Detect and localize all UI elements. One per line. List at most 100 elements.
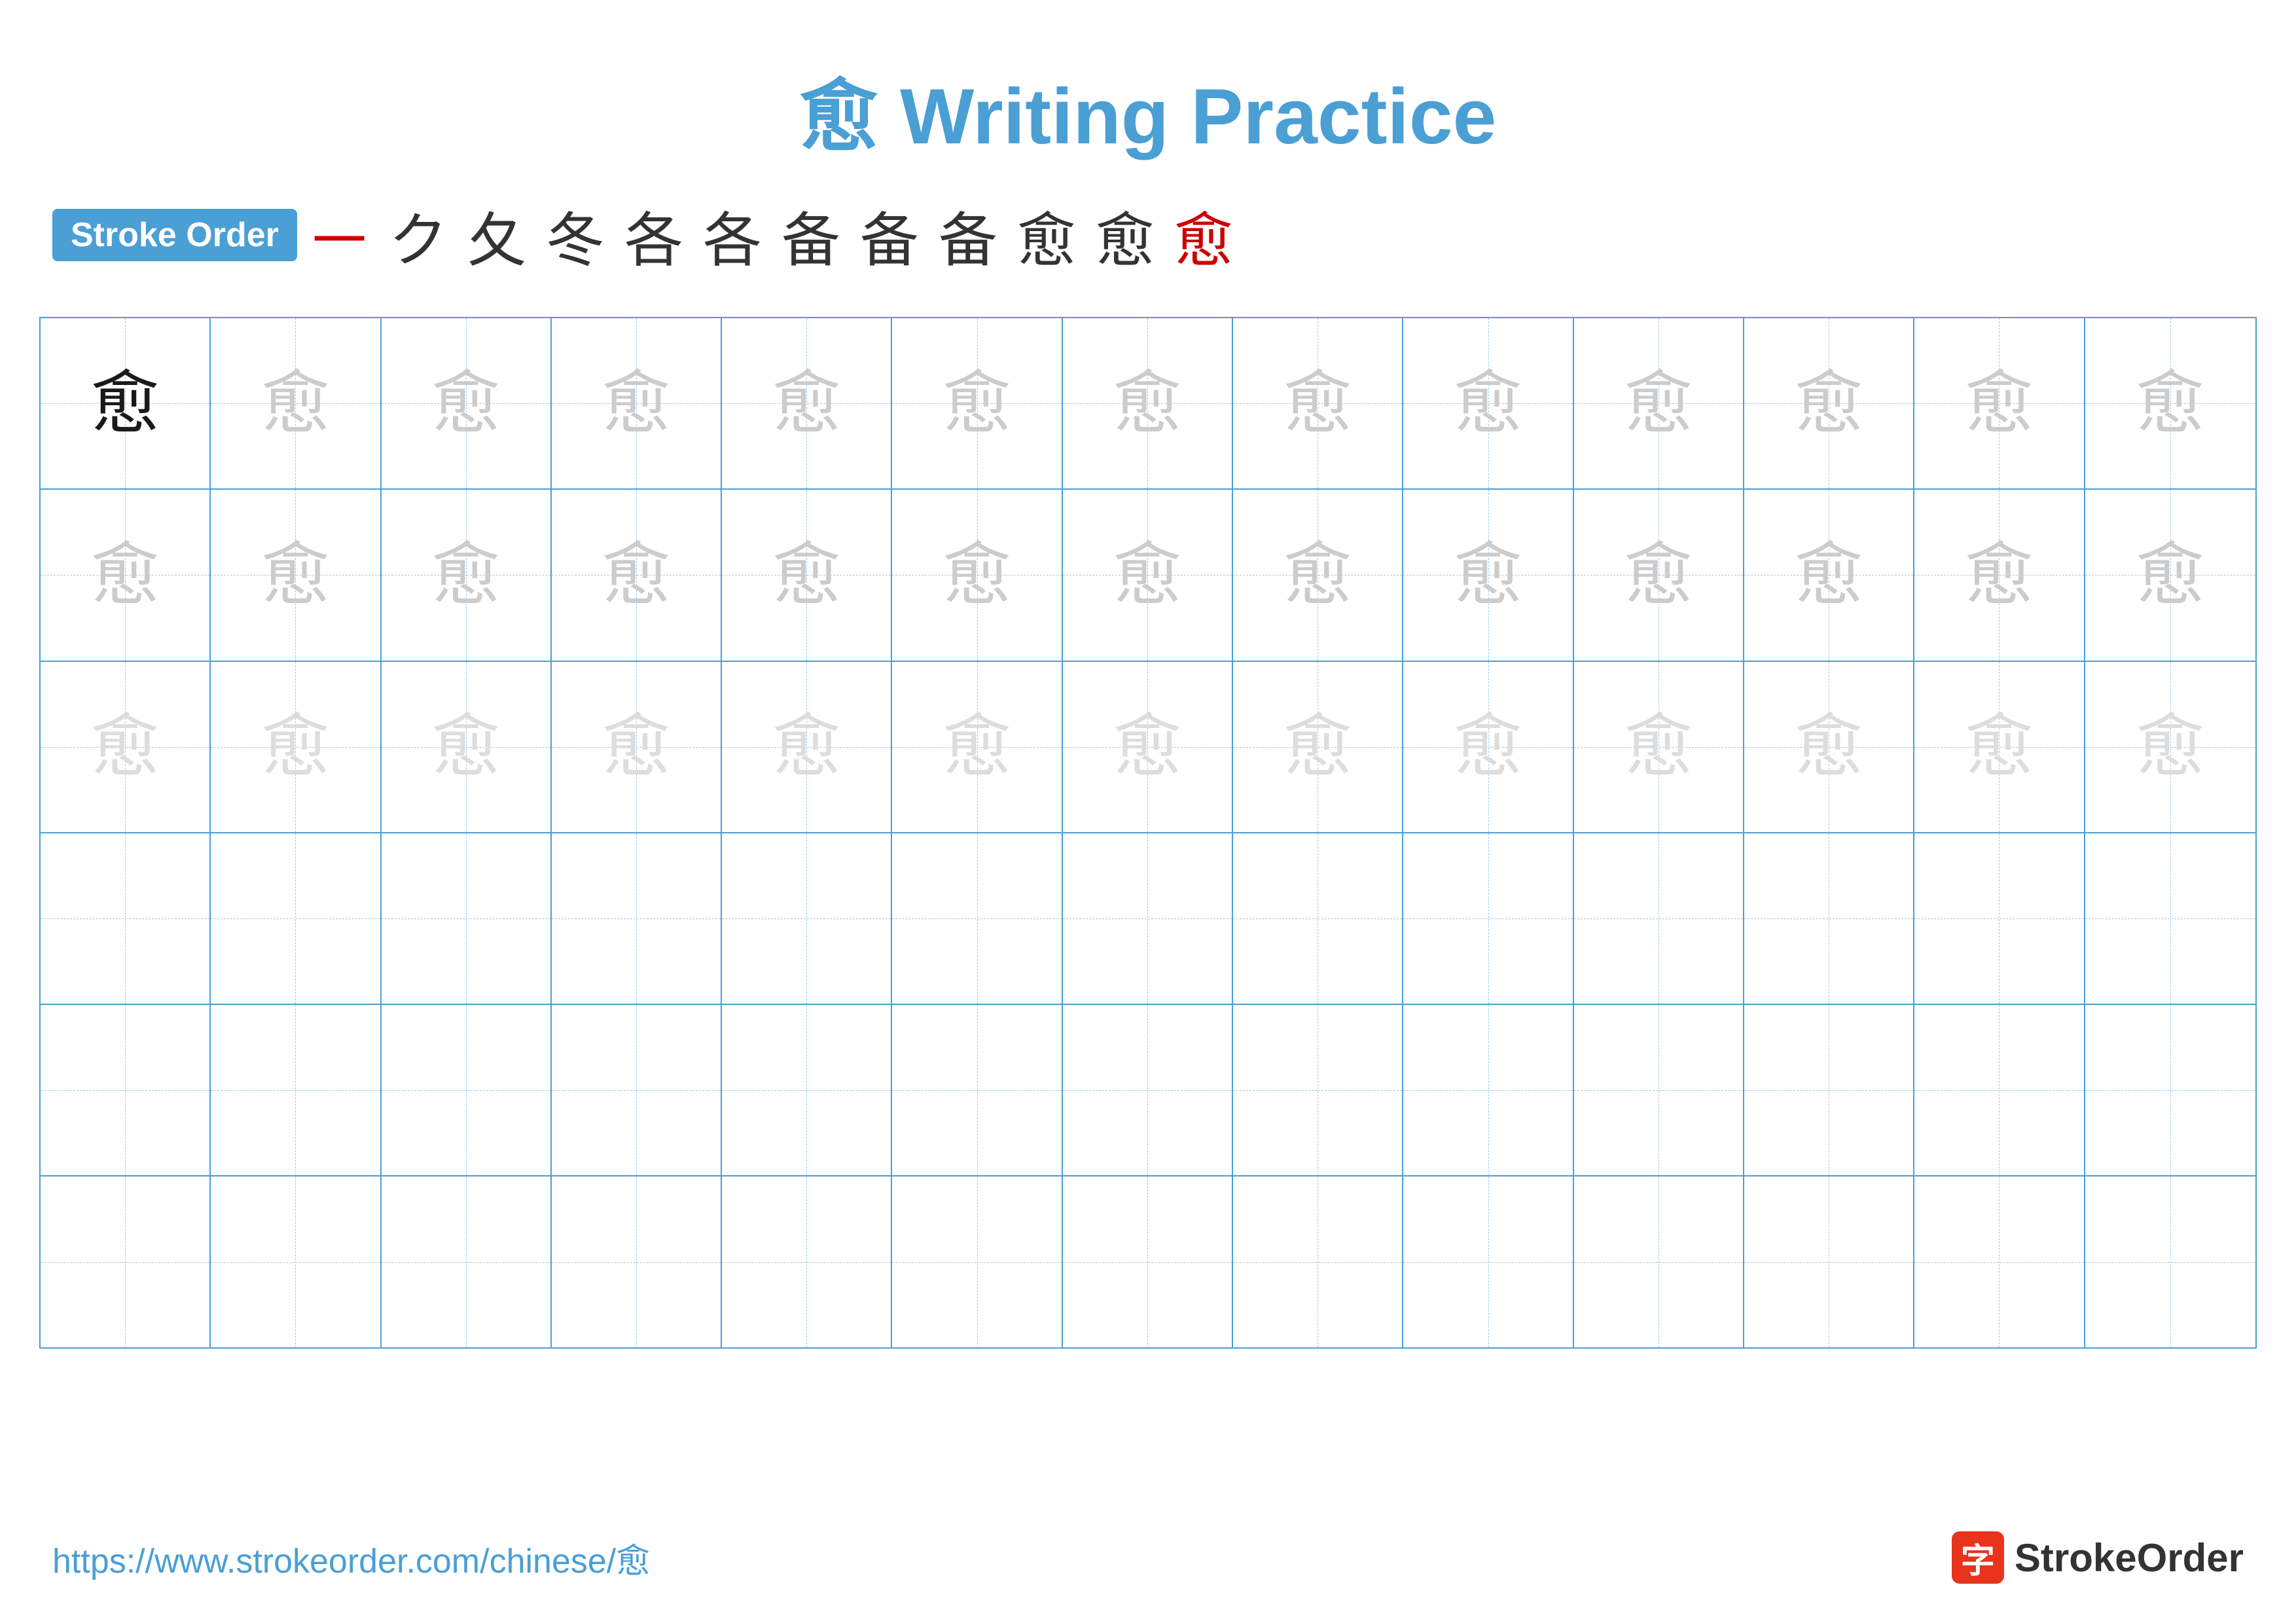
grid-cell-0-10[interactable]: 愈 xyxy=(1744,318,1914,488)
grid-cell-5-4[interactable] xyxy=(722,1176,892,1347)
grid-cell-5-3[interactable] xyxy=(552,1176,722,1347)
practice-char: 愈 xyxy=(602,712,671,781)
grid-cell-4-10[interactable] xyxy=(1744,1005,1914,1175)
grid-cell-4-12[interactable] xyxy=(2085,1005,2255,1175)
practice-char: 愈 xyxy=(1965,369,2034,438)
practice-char: 愈 xyxy=(261,712,330,781)
grid-cell-5-9[interactable] xyxy=(1574,1176,1744,1347)
grid-cell-3-3[interactable] xyxy=(552,833,722,1004)
grid-row-2: 愈愈愈愈愈愈愈愈愈愈愈愈愈 xyxy=(41,662,2255,833)
grid-cell-5-0[interactable] xyxy=(41,1176,211,1347)
grid-cell-3-11[interactable] xyxy=(1914,833,2085,1004)
grid-cell-5-12[interactable] xyxy=(2085,1176,2255,1347)
grid-cell-2-0[interactable]: 愈 xyxy=(41,662,211,832)
grid-cell-2-9[interactable]: 愈 xyxy=(1574,662,1744,832)
grid-cell-4-11[interactable] xyxy=(1914,1005,2085,1175)
practice-char: 愈 xyxy=(1624,712,1693,781)
grid-cell-4-8[interactable] xyxy=(1403,1005,1573,1175)
practice-char: 愈 xyxy=(1624,369,1693,438)
grid-cell-0-11[interactable]: 愈 xyxy=(1914,318,2085,488)
grid-cell-2-7[interactable]: 愈 xyxy=(1233,662,1403,832)
grid-cell-0-3[interactable]: 愈 xyxy=(552,318,722,488)
grid-cell-4-6[interactable] xyxy=(1063,1005,1233,1175)
grid-cell-4-9[interactable] xyxy=(1574,1005,1744,1175)
grid-cell-2-3[interactable]: 愈 xyxy=(552,662,722,832)
grid-cell-1-2[interactable]: 愈 xyxy=(382,490,552,660)
practice-char: 愈 xyxy=(772,541,841,610)
grid-cell-1-10[interactable]: 愈 xyxy=(1744,490,1914,660)
grid-cell-2-11[interactable]: 愈 xyxy=(1914,662,2085,832)
grid-cell-5-10[interactable] xyxy=(1744,1176,1914,1347)
grid-cell-1-6[interactable]: 愈 xyxy=(1063,490,1233,660)
grid-cell-1-7[interactable]: 愈 xyxy=(1233,490,1403,660)
stroke-chars-container: ㇐ ク 夂 冬 各 各 备 备 备 愈 愈 愈 xyxy=(310,192,1233,278)
grid-cell-1-5[interactable]: 愈 xyxy=(892,490,1062,660)
grid-cell-4-1[interactable] xyxy=(211,1005,381,1175)
practice-char: 愈 xyxy=(91,369,160,438)
grid-cell-1-3[interactable]: 愈 xyxy=(552,490,722,660)
grid-cell-5-11[interactable] xyxy=(1914,1176,2085,1347)
practice-char: 愈 xyxy=(2136,712,2204,781)
grid-cell-3-2[interactable] xyxy=(382,833,552,1004)
grid-cell-3-12[interactable] xyxy=(2085,833,2255,1004)
grid-cell-0-8[interactable]: 愈 xyxy=(1403,318,1573,488)
grid-cell-2-2[interactable]: 愈 xyxy=(382,662,552,832)
grid-cell-1-1[interactable]: 愈 xyxy=(211,490,381,660)
grid-cell-0-9[interactable]: 愈 xyxy=(1574,318,1744,488)
grid-cell-3-6[interactable] xyxy=(1063,833,1233,1004)
grid-cell-4-0[interactable] xyxy=(41,1005,211,1175)
practice-char: 愈 xyxy=(261,369,330,438)
practice-char: 愈 xyxy=(1624,541,1693,610)
grid-cell-1-12[interactable]: 愈 xyxy=(2085,490,2255,660)
grid-cell-3-10[interactable] xyxy=(1744,833,1914,1004)
grid-cell-3-1[interactable] xyxy=(211,833,381,1004)
grid-cell-2-12[interactable]: 愈 xyxy=(2085,662,2255,832)
grid-cell-3-0[interactable] xyxy=(41,833,211,1004)
grid-cell-4-4[interactable] xyxy=(722,1005,892,1175)
grid-cell-2-1[interactable]: 愈 xyxy=(211,662,381,832)
stroke-3: 夂 xyxy=(467,192,526,278)
grid-cell-3-9[interactable] xyxy=(1574,833,1744,1004)
grid-cell-1-11[interactable]: 愈 xyxy=(1914,490,2085,660)
footer: https://www.strokeorder.com/chinese/愈 字 … xyxy=(0,1531,2296,1584)
grid-cell-1-8[interactable]: 愈 xyxy=(1403,490,1573,660)
grid-cell-0-7[interactable]: 愈 xyxy=(1233,318,1403,488)
grid-cell-0-5[interactable]: 愈 xyxy=(892,318,1062,488)
grid-cell-5-1[interactable] xyxy=(211,1176,381,1347)
grid-cell-5-5[interactable] xyxy=(892,1176,1062,1347)
grid-cell-0-4[interactable]: 愈 xyxy=(722,318,892,488)
grid-cell-0-1[interactable]: 愈 xyxy=(211,318,381,488)
stroke-order-row: Stroke Order ㇐ ク 夂 冬 各 各 备 备 备 愈 愈 愈 xyxy=(0,166,2296,304)
grid-cell-4-7[interactable] xyxy=(1233,1005,1403,1175)
grid-cell-3-4[interactable] xyxy=(722,833,892,1004)
grid-cell-3-8[interactable] xyxy=(1403,833,1573,1004)
grid-cell-3-7[interactable] xyxy=(1233,833,1403,1004)
grid-cell-4-2[interactable] xyxy=(382,1005,552,1175)
grid-cell-2-10[interactable]: 愈 xyxy=(1744,662,1914,832)
grid-cell-0-6[interactable]: 愈 xyxy=(1063,318,1233,488)
grid-cell-0-12[interactable]: 愈 xyxy=(2085,318,2255,488)
grid-cell-2-6[interactable]: 愈 xyxy=(1063,662,1233,832)
grid-cell-4-3[interactable] xyxy=(552,1005,722,1175)
grid-cell-2-8[interactable]: 愈 xyxy=(1403,662,1573,832)
grid-cell-2-5[interactable]: 愈 xyxy=(892,662,1062,832)
practice-char: 愈 xyxy=(1795,541,1863,610)
grid-cell-1-9[interactable]: 愈 xyxy=(1574,490,1744,660)
practice-char: 愈 xyxy=(1113,541,1181,610)
grid-cell-0-2[interactable]: 愈 xyxy=(382,318,552,488)
grid-cell-4-5[interactable] xyxy=(892,1005,1062,1175)
grid-cell-5-6[interactable] xyxy=(1063,1176,1233,1347)
stroke-10: 愈 xyxy=(1017,192,1076,278)
grid-cell-0-0[interactable]: 愈 xyxy=(41,318,211,488)
grid-cell-1-4[interactable]: 愈 xyxy=(722,490,892,660)
practice-char: 愈 xyxy=(942,712,1011,781)
practice-char: 愈 xyxy=(1965,712,2034,781)
grid-cell-1-0[interactable]: 愈 xyxy=(41,490,211,660)
grid-cell-5-7[interactable] xyxy=(1233,1176,1403,1347)
practice-char: 愈 xyxy=(1283,541,1352,610)
grid-cell-3-5[interactable] xyxy=(892,833,1062,1004)
grid-cell-5-8[interactable] xyxy=(1403,1176,1573,1347)
practice-char: 愈 xyxy=(1965,541,2034,610)
grid-cell-5-2[interactable] xyxy=(382,1176,552,1347)
grid-cell-2-4[interactable]: 愈 xyxy=(722,662,892,832)
